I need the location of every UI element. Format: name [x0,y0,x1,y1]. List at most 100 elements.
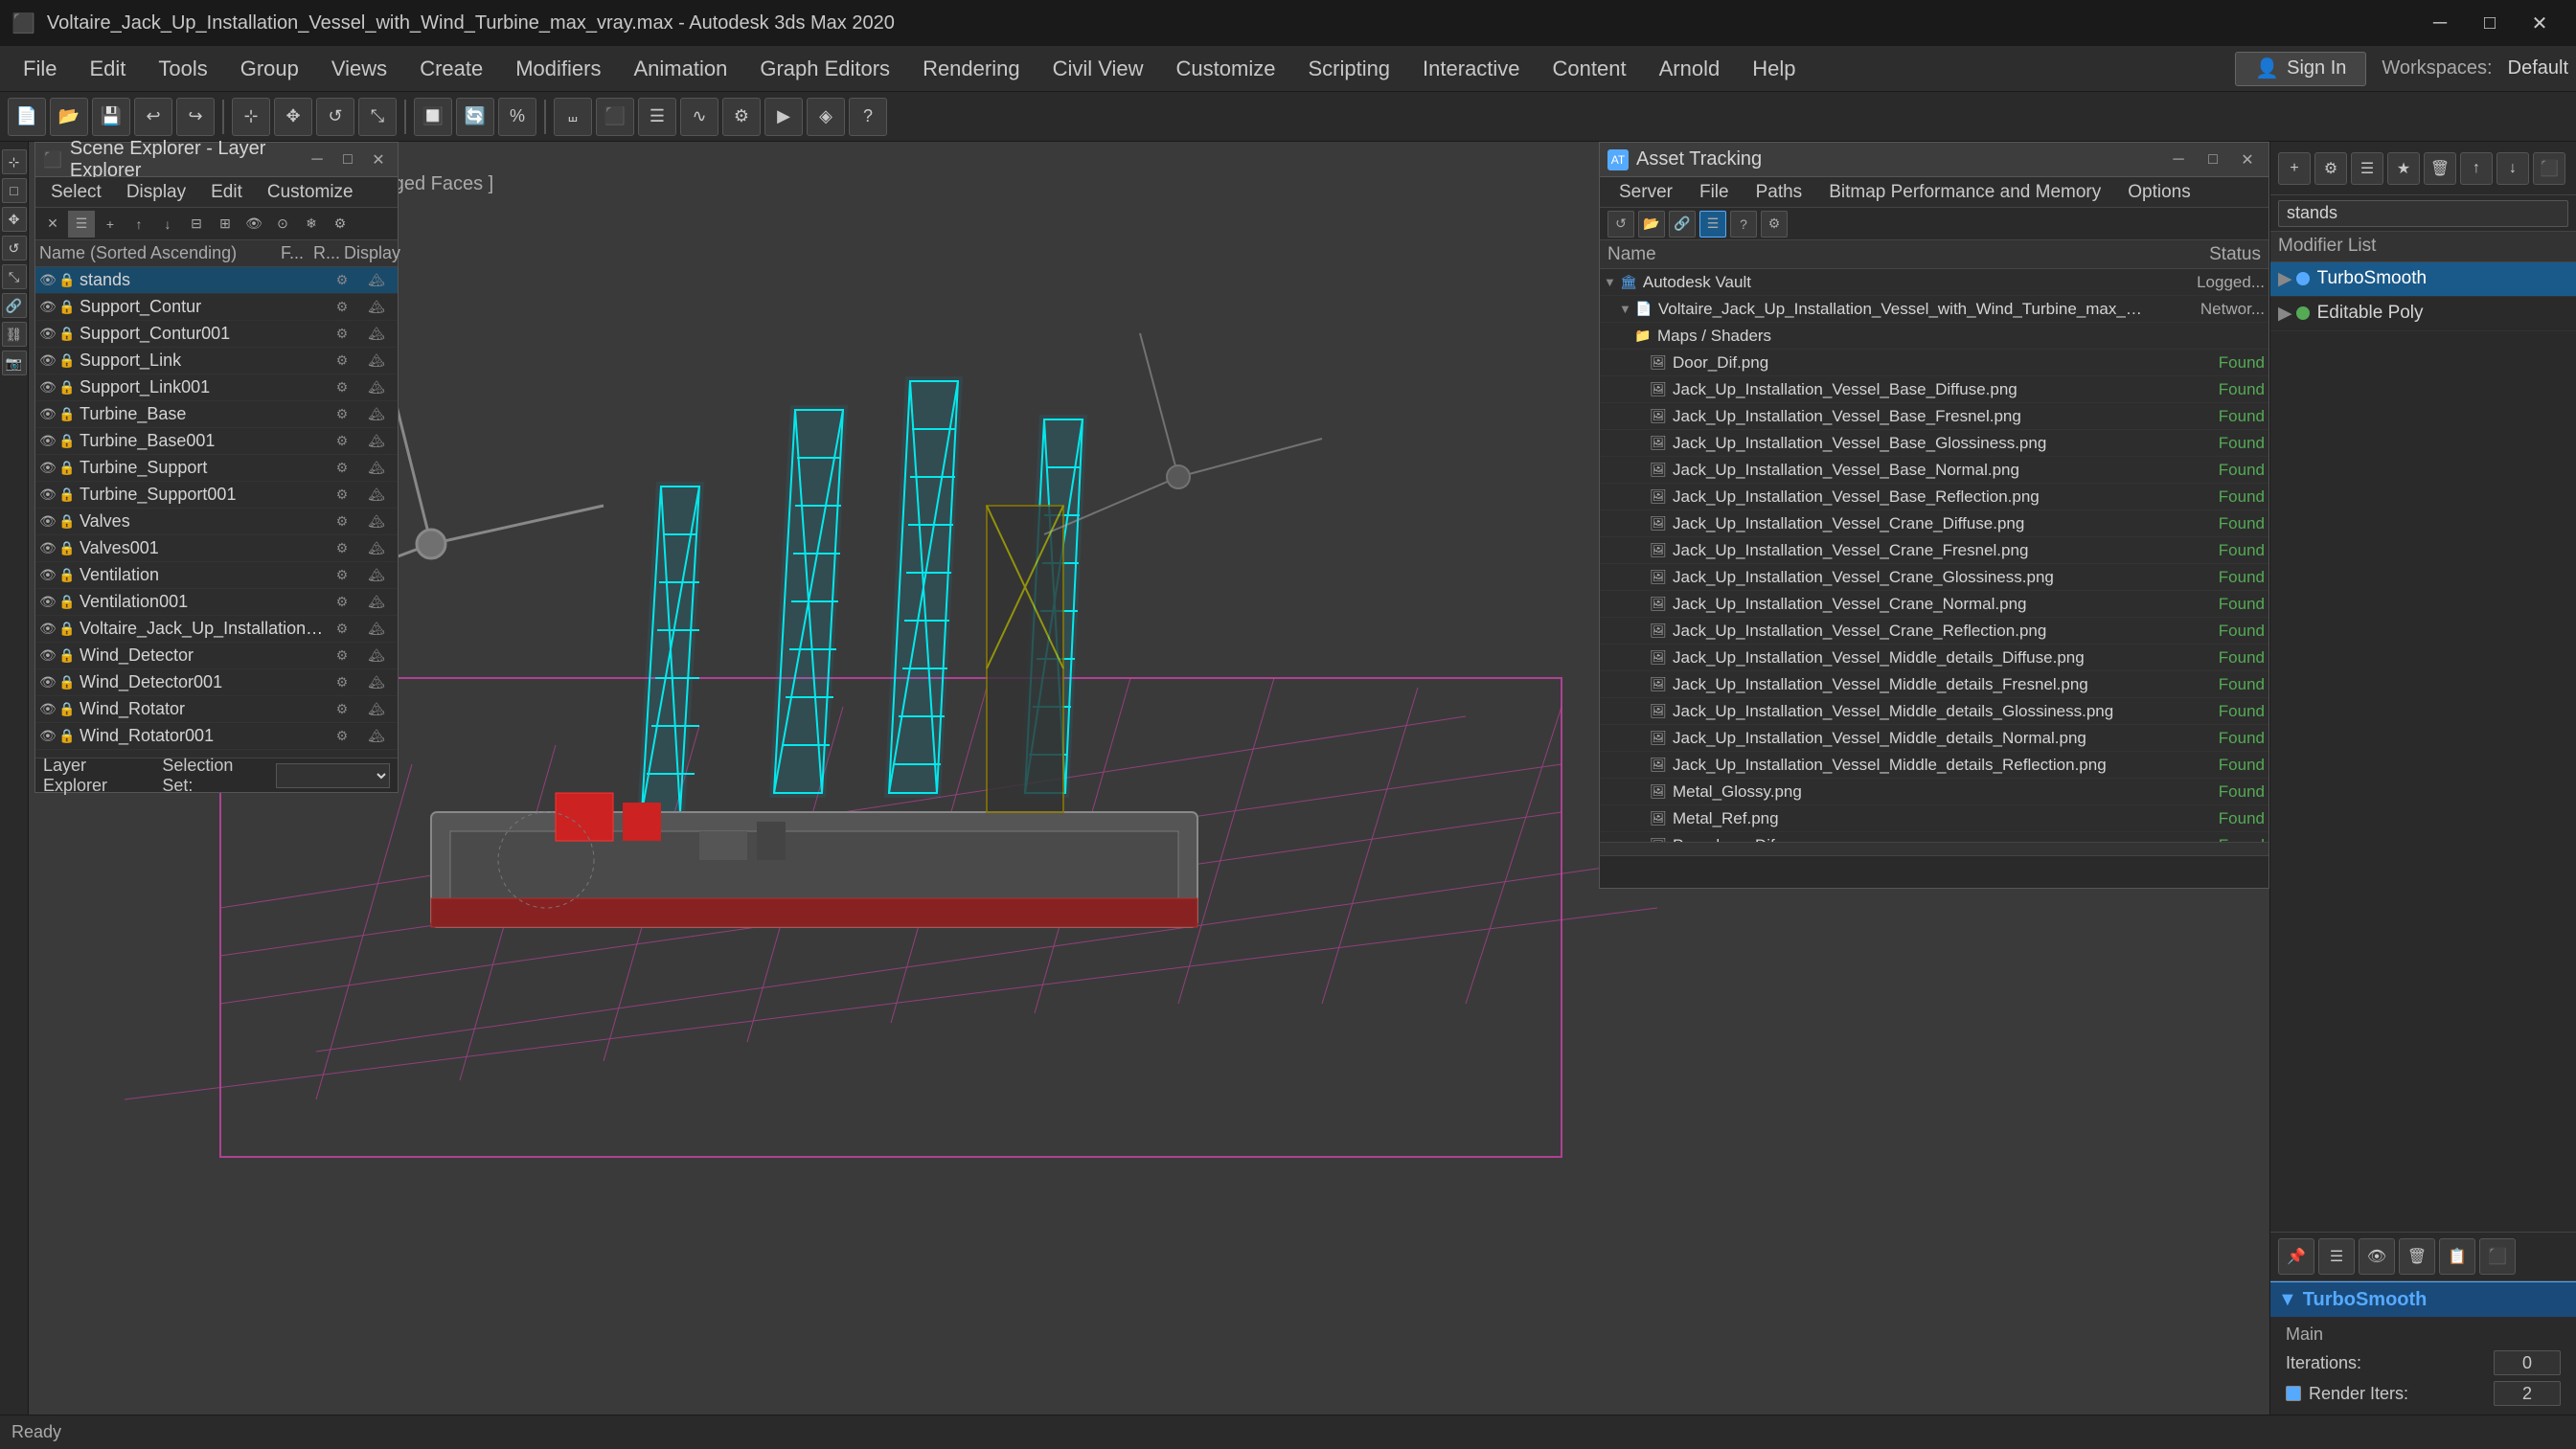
scene-explorer-item[interactable]: 👁 🔒 Support_Link001 ⚙ 🏔 [35,374,398,401]
rp-btn7[interactable]: ↓ [2496,152,2529,185]
selection-set-dropdown[interactable] [276,763,390,788]
mod-show-btn[interactable]: 👁 [2359,1238,2395,1275]
turbosm-header[interactable]: ▼ TurboSmooth [2270,1282,2576,1317]
se-add-btn[interactable]: + [97,211,124,238]
at-maximize-btn[interactable]: □ [2200,147,2226,173]
se-up-btn[interactable]: ↑ [125,211,152,238]
at-menu-options[interactable]: Options [2116,180,2201,205]
scene-explorer-item[interactable]: 👁 🔒 Ventilation ⚙ 🏔 [35,562,398,589]
at-list-item[interactable]: 🖼 Door_Dif.png Found [1600,350,2268,376]
scene-explorer-item[interactable]: 👁 🔒 Wind_Detector001 ⚙ 🏔 [35,669,398,696]
se-name-header[interactable]: Name (Sorted Ascending) [39,243,275,263]
open-btn[interactable]: 📂 [50,98,88,136]
at-menu-bitmap[interactable]: Bitmap Performance and Memory [1817,180,2112,205]
at-list-item[interactable]: 🖼 Jack_Up_Installation_Vessel_Middle_det… [1600,698,2268,725]
render-btn[interactable]: ▶ [764,98,803,136]
rp-btn4[interactable]: ★ [2387,152,2420,185]
at-list-item[interactable]: 🖼 Jack_Up_Installation_Vessel_Crane_Refl… [1600,618,2268,645]
scene-explorer-item[interactable]: 👁 🔒 Ventilation001 ⚙ 🏔 [35,589,398,616]
se-freeze-btn[interactable]: ❄ [298,211,325,238]
select-btn[interactable]: ⊹ [232,98,270,136]
se-down-btn[interactable]: ↓ [154,211,181,238]
at-list-item[interactable]: 🖼 Jack_Up_Installation_Vessel_Middle_det… [1600,725,2268,752]
at-list-item[interactable]: 🖼 Jack_Up_Installation_Vessel_Crane_Diff… [1600,510,2268,537]
move-btn[interactable]: ✥ [274,98,312,136]
at-list-item[interactable]: 🖼 Propeleps_Dif.png Found [1600,832,2268,842]
menu-civil-view[interactable]: Civil View [1037,50,1159,88]
unlink-btn[interactable]: ⛓ [2,322,27,347]
rp-btn2[interactable]: ⚙ [2314,152,2347,185]
percent-snap-btn[interactable]: % [498,98,536,136]
at-list-item[interactable]: 🖼 Jack_Up_Installation_Vessel_Crane_Norm… [1600,591,2268,618]
help-btn[interactable]: ? [849,98,887,136]
scene-explorer-item[interactable]: 👁 🔒 Turbine_Base ⚙ 🏔 [35,401,398,428]
at-list-item[interactable]: ▼ 🏛 Autodesk Vault Logged... [1600,269,2268,296]
se-minimize-btn[interactable]: ─ [306,148,329,171]
new-btn[interactable]: 📄 [8,98,46,136]
angle-snap-btn[interactable]: 🔄 [456,98,494,136]
at-list-item[interactable]: 🖼 Jack_Up_Installation_Vessel_Middle_det… [1600,645,2268,671]
at-tool3[interactable]: 🔗 [1669,211,1696,238]
rp-btn6[interactable]: ↑ [2460,152,2493,185]
menu-views[interactable]: Views [316,50,402,88]
menu-customize[interactable]: Customize [1161,50,1291,88]
modifier-item[interactable]: ▶ Editable Poly [2270,297,2576,331]
scene-explorer-item[interactable]: 👁 🔒 Support_Contur001 ⚙ 🏔 [35,321,398,348]
sign-in-button[interactable]: 👤 Sign In [2235,52,2366,86]
scene-explorer-item[interactable]: 👁 🔒 Support_Contur ⚙ 🏔 [35,294,398,321]
menu-interactive[interactable]: Interactive [1407,50,1536,88]
menu-content[interactable]: Content [1538,50,1642,88]
se-expand-btn[interactable]: ⊞ [212,211,239,238]
se-menu-display[interactable]: Display [115,180,197,205]
scene-explorer-item[interactable]: 👁 🔒 Valves001 ⚙ 🏔 [35,535,398,562]
menu-tools[interactable]: Tools [143,50,222,88]
at-help-btn[interactable]: ? [1730,211,1757,238]
at-minimize-btn[interactable]: ─ [2165,147,2192,173]
se-render-header[interactable]: R... [309,243,344,263]
se-freeze-header[interactable]: F... [275,243,309,263]
at-list-item[interactable]: ▼ 📄 Voltaire_Jack_Up_Installation_Vessel… [1600,296,2268,323]
at-menu-file[interactable]: File [1688,180,1741,205]
at-close-btn[interactable]: ✕ [2234,147,2261,173]
mod-copy-btn[interactable]: 📋 [2439,1238,2475,1275]
mod-stack-btn[interactable]: ☰ [2318,1238,2355,1275]
scene-explorer-item[interactable]: 👁 🔒 Support_Link ⚙ 🏔 [35,348,398,374]
scene-explorer-item[interactable]: 👁 🔒 stands ⚙ 🏔 [35,267,398,294]
at-list-item[interactable]: 🖼 Jack_Up_Installation_Vessel_Base_Fresn… [1600,403,2268,430]
layer-btn[interactable]: ☰ [638,98,676,136]
se-menu-edit[interactable]: Edit [199,180,254,205]
se-display-header[interactable]: Display [344,243,394,263]
menu-file[interactable]: File [8,50,72,88]
menu-graph-editors[interactable]: Graph Editors [744,50,905,88]
at-list-item[interactable]: 🖼 Jack_Up_Installation_Vessel_Crane_Fres… [1600,537,2268,564]
undo-btn[interactable]: ↩ [134,98,172,136]
scale-tool-btn[interactable]: ⤡ [2,264,27,289]
at-tool1[interactable]: ↺ [1607,211,1634,238]
search-input[interactable] [2278,200,2568,227]
at-list-item[interactable]: 🖼 Jack_Up_Installation_Vessel_Middle_det… [1600,671,2268,698]
align-btn[interactable]: ⬛ [596,98,634,136]
at-file-list[interactable]: ▼ 🏛 Autodesk Vault Logged... ▼ 📄 Voltair… [1600,269,2268,842]
mod-unique-btn[interactable]: ⬛ [2479,1238,2516,1275]
camera-btn[interactable]: 📷 [2,351,27,375]
se-settings-btn[interactable]: ⚙ [327,211,353,238]
at-list-item[interactable]: 🖼 Jack_Up_Installation_Vessel_Base_Norma… [1600,457,2268,484]
se-show-btn[interactable]: ⊙ [269,211,296,238]
rotate-btn[interactable]: ↺ [316,98,354,136]
rp-btn8[interactable]: ⬛ [2533,152,2565,185]
scene-explorer-item[interactable]: 👁 🔒 Valves ⚙ 🏔 [35,509,398,535]
mod-pin-btn[interactable]: 📌 [2278,1238,2314,1275]
at-list-item[interactable]: 🖼 Jack_Up_Installation_Vessel_Base_Gloss… [1600,430,2268,457]
se-menu-customize[interactable]: Customize [256,180,365,205]
ts-render-iters-value[interactable]: 2 [2494,1381,2561,1406]
maximize-button[interactable]: □ [2465,0,2515,46]
rotate-tool-btn[interactable]: ↺ [2,236,27,260]
at-list-item[interactable]: 🖼 Jack_Up_Installation_Vessel_Crane_Glos… [1600,564,2268,591]
render-setup-btn[interactable]: ⚙ [722,98,761,136]
ts-iterations-value[interactable]: 0 [2494,1350,2561,1375]
se-hide-btn[interactable]: 👁 [240,211,267,238]
curve-btn[interactable]: ∿ [680,98,718,136]
menu-arnold[interactable]: Arnold [1644,50,1736,88]
scene-explorer-item[interactable]: 👁 🔒 Turbine_Support ⚙ 🏔 [35,455,398,482]
close-button[interactable]: ✕ [2515,0,2565,46]
